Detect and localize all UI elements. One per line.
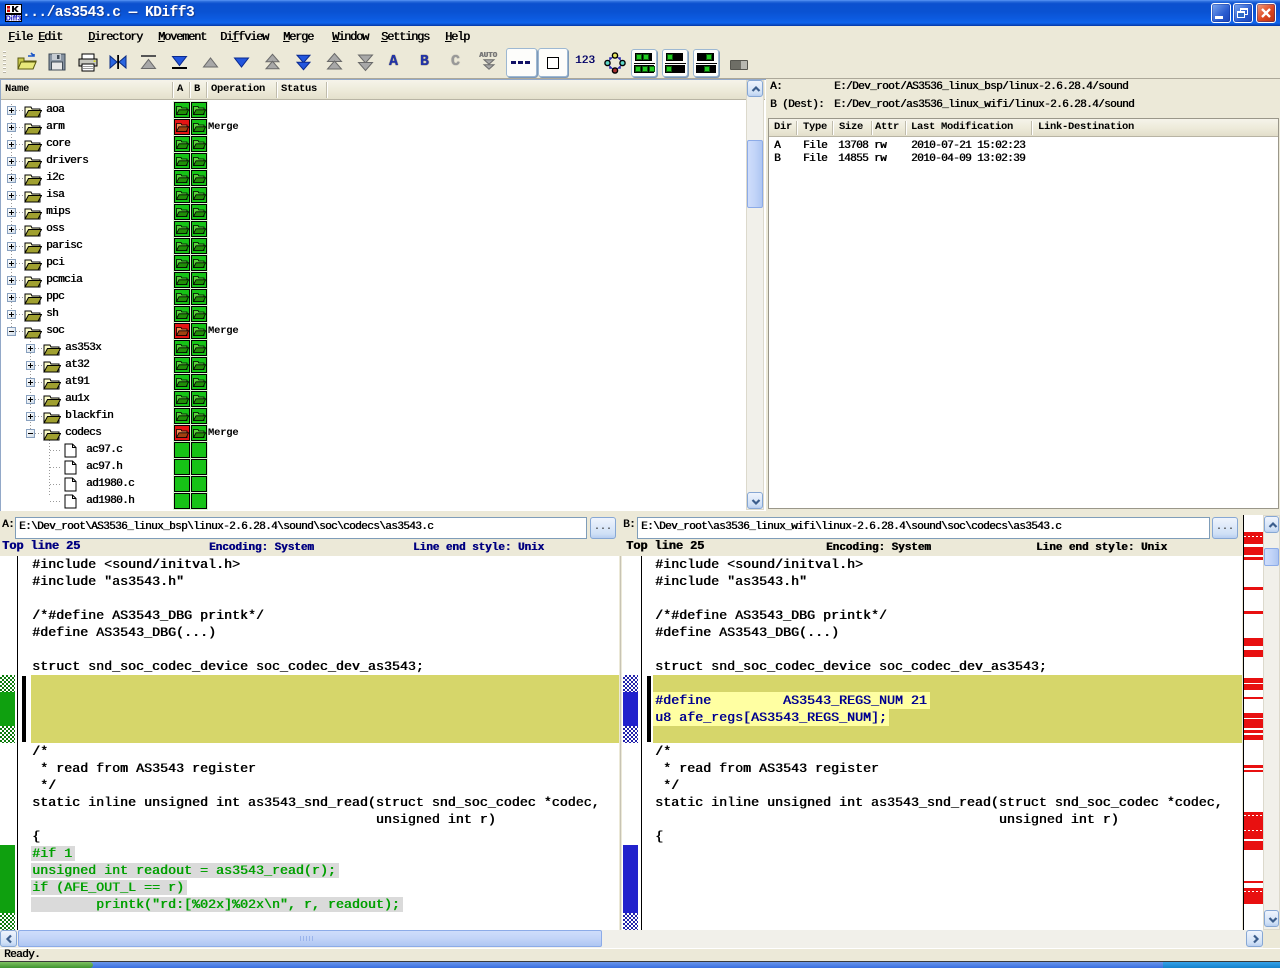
svg-text:Diff3: Diff3 bbox=[6, 16, 22, 23]
